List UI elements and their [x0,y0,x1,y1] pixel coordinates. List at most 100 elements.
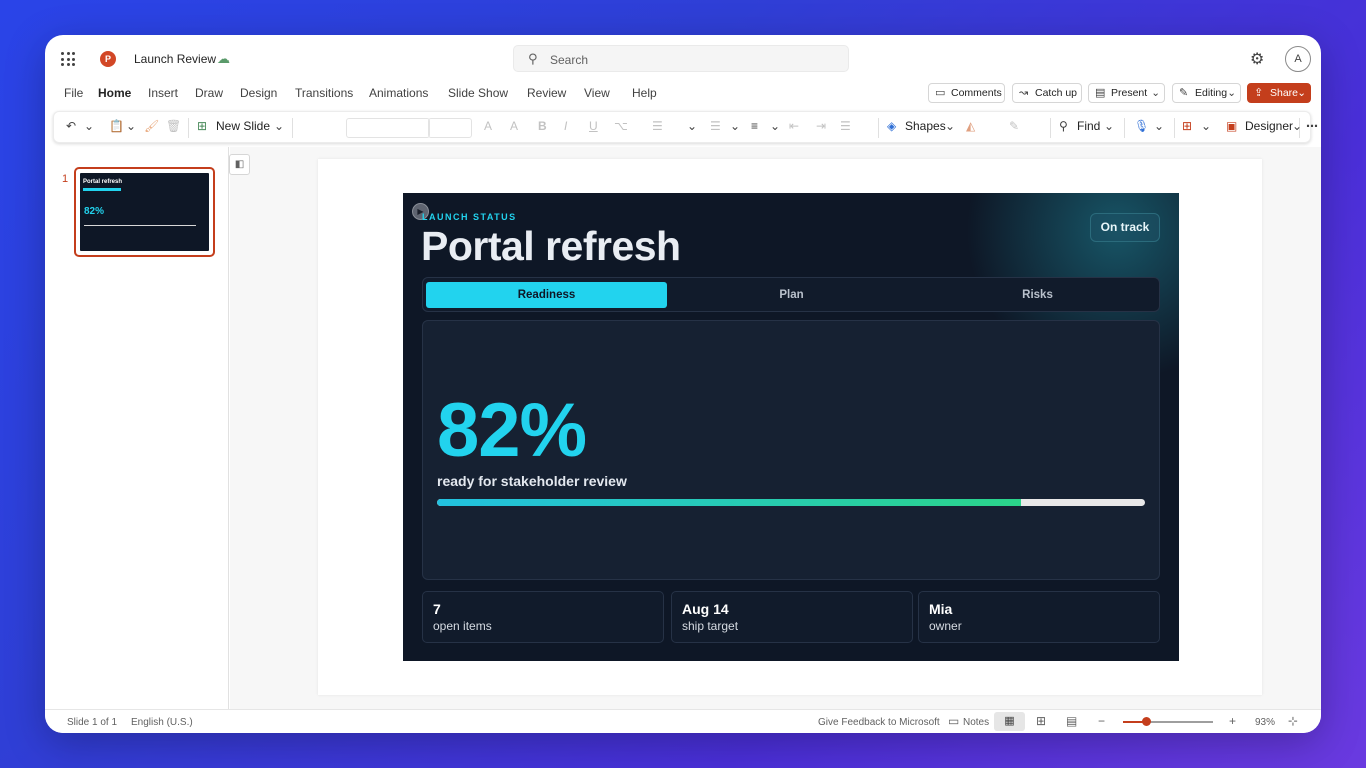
notes-button[interactable]: Notes [963,717,989,728]
format-painter-icon[interactable]: 🖌 [144,119,159,133]
present-chevron-icon[interactable]: ⌄ [1151,84,1160,102]
ribbon-collapse-icon[interactable]: ⌄ [1292,119,1302,133]
increase-font-icon[interactable]: A [484,119,492,133]
thumbnail-progress-line [84,225,196,226]
share-button[interactable]: ⇪ Share ⌄ [1247,83,1311,103]
stat-value: 7 [433,601,441,617]
stat-value: Aug 14 [682,601,729,617]
slide-thumbnail[interactable]: Portal refresh 82% [74,167,215,257]
search-box[interactable]: ⚲ Search [513,45,849,72]
slide-sorter-icon[interactable]: ⊞ [1036,714,1046,728]
new-slide-button[interactable]: New Slide [216,119,270,133]
zoom-slider[interactable] [1123,717,1213,726]
fit-slide-icon[interactable]: ⊹ [1288,714,1298,728]
app-window: P Launch Review ☁ ⚲ Search ⚙ A File Home… [45,35,1321,733]
comments-label: Comments [951,87,1002,99]
increase-indent-icon[interactable]: ⇥ [816,119,826,133]
tab-draw[interactable]: Draw [195,86,223,100]
delete-icon[interactable]: 🗑 [166,119,181,133]
slide-tab-bar: Readiness Plan Risks [422,277,1160,312]
undo-icon[interactable]: ↶ [66,119,76,133]
presenter-view-icon[interactable]: ▤ [1066,714,1077,728]
find-chevron-icon[interactable]: ⌄ [1104,119,1114,133]
decrease-indent-icon[interactable]: ⇤ [789,119,799,133]
tab-review[interactable]: Review [527,86,566,100]
line-spacing-icon[interactable]: ☰ [840,119,851,133]
tab-animations[interactable]: Animations [369,86,428,100]
decrease-font-icon[interactable]: A [510,119,518,133]
shape-fill-icon[interactable]: ◭ [966,119,975,133]
paste-chevron-icon[interactable]: ⌄ [126,119,136,133]
dictate-icon[interactable]: 🎙 [1134,119,1149,133]
account-avatar[interactable]: A [1285,46,1311,72]
slide-tab-risks[interactable]: Risks [917,282,1158,308]
slide[interactable]: ▶ LAUNCH STATUS Portal refresh On track … [403,193,1179,661]
more-options-icon[interactable]: ⋯ [1306,119,1318,133]
powerpoint-logo-icon: P [100,51,116,67]
bullets-chevron-icon[interactable]: ⌄ [687,119,697,133]
highlight-icon[interactable]: ⌥ [614,119,628,133]
tab-insert[interactable]: Insert [148,86,178,100]
tab-design[interactable]: Design [240,86,277,100]
tab-file[interactable]: File [64,86,83,100]
progress-fill [437,499,1022,506]
menu-bar: File Home Insert Draw Design Transitions… [45,83,1321,109]
present-icon: ▤ [1095,87,1106,99]
undo-chevron-icon[interactable]: ⌄ [84,119,94,133]
new-slide-chevron-icon[interactable]: ⌄ [274,119,284,133]
shapes-button[interactable]: Shapes [905,119,946,133]
shapes-chevron-icon[interactable]: ⌄ [945,119,955,133]
slide-page: ▶ LAUNCH STATUS Portal refresh On track … [318,159,1262,695]
add-ins-icon[interactable]: ⊞ [1182,119,1192,133]
tab-slide-show[interactable]: Slide Show [448,86,508,100]
shape-outline-icon[interactable]: ✎ [1009,119,1019,133]
stat-card-owner: Mia owner [918,591,1160,643]
settings-gear-icon[interactable]: ⚙ [1250,49,1264,69]
numbering-chevron-icon[interactable]: ⌄ [730,119,740,133]
align-icon[interactable]: ≡ [751,119,758,133]
numbering-icon[interactable]: ☰ [710,119,721,133]
tab-help[interactable]: Help [632,86,657,100]
comments-button[interactable]: ▭ Comments [928,83,1005,103]
designer-button[interactable]: Designer [1245,119,1293,133]
zoom-in-icon[interactable]: + [1229,714,1236,728]
feedback-link[interactable]: Give Feedback to Microsoft [818,717,940,728]
search-placeholder: Search [550,53,589,67]
tab-view[interactable]: View [584,86,610,100]
shapes-icon[interactable]: ◈ [887,119,896,133]
bold-icon[interactable]: B [538,119,547,133]
catch-up-button[interactable]: ↝ Catch up [1012,83,1082,103]
zoom-slider-handle[interactable] [1142,717,1152,726]
dictate-chevron-icon[interactable]: ⌄ [1154,119,1164,133]
add-ins-chevron-icon[interactable]: ⌄ [1201,119,1211,133]
editing-mode-button[interactable]: ✎ Editing ⌄ [1172,83,1241,103]
italic-icon[interactable]: I [564,119,567,133]
cloud-saved-icon[interactable]: ☁ [217,51,230,67]
notes-icon[interactable]: ▭ [948,714,959,728]
designer-icon[interactable]: ▣ [1226,119,1237,133]
slide-tab-readiness[interactable]: Readiness [426,282,667,308]
stat-card-open-items: 7 open items [422,591,664,643]
document-title[interactable]: Launch Review [134,52,216,66]
font-family-select[interactable] [346,118,430,138]
tab-home[interactable]: Home [98,86,131,100]
zoom-out-icon[interactable]: − [1098,714,1105,728]
normal-view-icon[interactable]: ▦ [994,712,1025,731]
slide-tab-plan[interactable]: Plan [671,282,912,308]
stat-label: open items [433,619,492,633]
status-bar: Slide 1 of 1 English (U.S.) Give Feedbac… [45,709,1321,733]
bullets-icon[interactable]: ☰ [652,119,663,133]
find-icon[interactable]: ⚲ [1059,119,1068,133]
present-button[interactable]: ▤ Present ⌄ [1088,83,1165,103]
app-launcher-icon[interactable] [61,52,75,66]
tab-transitions[interactable]: Transitions [295,86,353,100]
align-chevron-icon[interactable]: ⌄ [770,119,780,133]
new-slide-icon[interactable]: ⊞ [197,119,207,133]
paste-icon[interactable]: 📋 [109,119,124,133]
language-indicator[interactable]: English (U.S.) [131,717,193,728]
underline-icon[interactable]: U [589,119,598,133]
font-size-select[interactable] [428,118,472,138]
zoom-level[interactable]: 93% [1255,717,1275,728]
thumbnail-pane-toggle-icon[interactable]: ◧ [229,154,250,175]
find-button[interactable]: Find [1077,119,1100,133]
